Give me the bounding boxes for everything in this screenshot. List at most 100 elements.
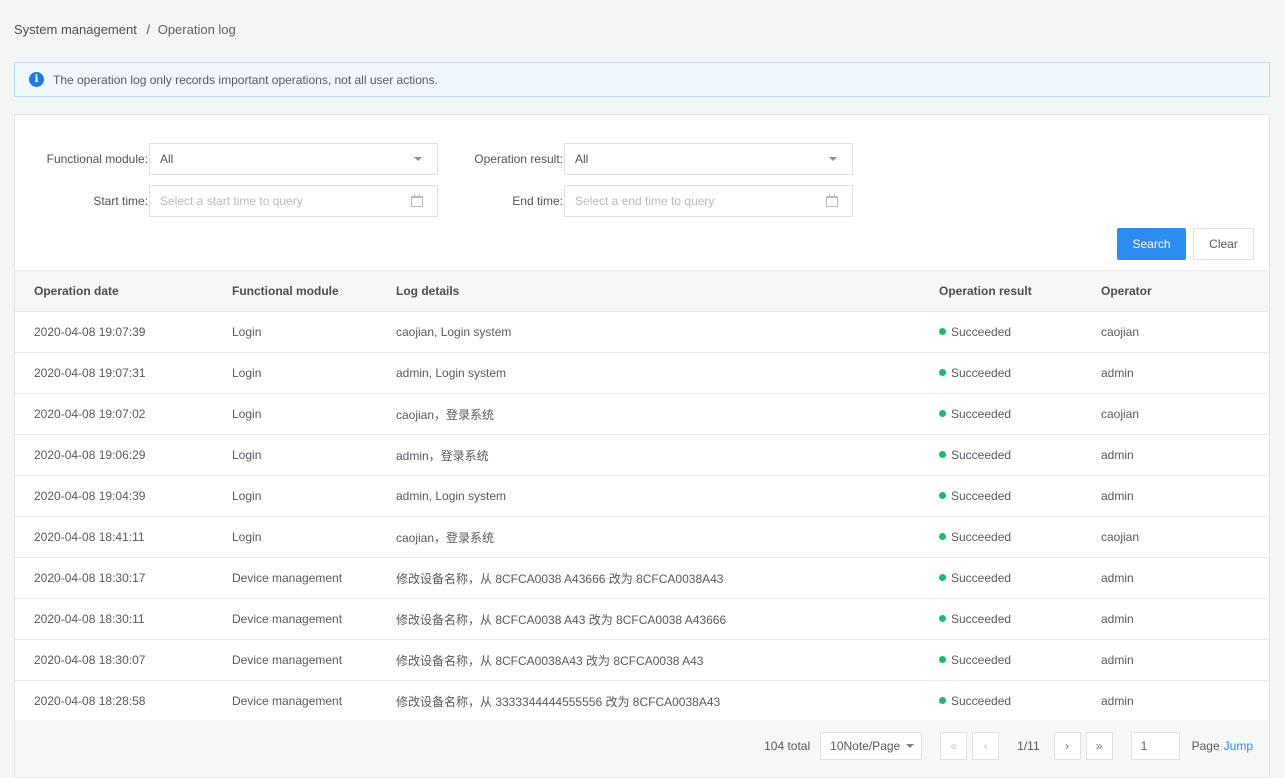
breadcrumb: System management / Operation log [14, 22, 236, 37]
status-dot-icon [939, 451, 946, 458]
info-alert: i The operation log only records importa… [14, 62, 1270, 97]
cell-log-details: admin, Login system [377, 475, 920, 517]
cell-functional-module: Login [213, 311, 377, 353]
calendar-icon[interactable] [411, 193, 423, 207]
column-header-functional-module: Functional module [213, 270, 377, 312]
cell-operation-result: Succeeded [920, 311, 1082, 353]
cell-operation-date: 2020-04-08 19:07:39 [15, 311, 213, 353]
log-card: Functional module: All Operation result:… [14, 114, 1270, 778]
status-dot-icon [939, 328, 946, 335]
cell-operation-result: Succeeded [920, 557, 1082, 599]
cell-operation-date: 2020-04-08 18:30:11 [15, 598, 213, 640]
cell-log-details: admin, Login system [377, 352, 920, 394]
filter-functional-module: Functional module: All [15, 143, 438, 175]
status-text: Succeeded [951, 612, 1012, 626]
cell-operator: admin [1082, 639, 1269, 681]
prev-page-button[interactable]: ‹ [972, 732, 1000, 760]
cell-operation-result: Succeeded [920, 639, 1082, 681]
end-time-label: End time: [512, 194, 563, 208]
table-row[interactable]: 2020-04-08 19:04:39 Login admin, Login sys… [15, 475, 1269, 517]
chevron-down-icon [829, 157, 837, 161]
cell-operator: caojian [1082, 393, 1269, 435]
page-size-select[interactable]: 10Note/Page [820, 732, 923, 760]
jump-link[interactable]: Jump [1224, 739, 1253, 753]
cell-operation-date: 2020-04-08 18:41:11 [15, 516, 213, 558]
cell-functional-module: Login [213, 516, 377, 558]
status-dot-icon [939, 410, 946, 417]
start-time-placeholder: Select a start time to query [160, 194, 303, 208]
calendar-icon[interactable] [826, 193, 838, 207]
table-footer: 104 total 10Note/Page « ‹ 1/11 › » 1 Pag… [15, 720, 1269, 777]
cell-functional-module: Device management [213, 639, 377, 681]
cell-operator: admin [1082, 598, 1269, 640]
status-text: Succeeded [951, 489, 1012, 503]
next-page-button[interactable]: › [1053, 732, 1081, 760]
breadcrumb-parent[interactable]: System management [14, 22, 137, 37]
chevron-down-icon [906, 744, 915, 748]
cell-operation-date: 2020-04-08 18:30:17 [15, 557, 213, 599]
table-row[interactable]: 2020-04-08 18:30:11 Device management 修改设备… [15, 598, 1269, 640]
cell-functional-module: Device management [213, 680, 377, 722]
table-row[interactable]: 2020-04-08 19:07:31 Login admin, Login sys… [15, 352, 1269, 394]
cell-operation-result: Succeeded [920, 434, 1082, 476]
cell-log-details: 修改设备名称，从 3333344444555556 改为 8CFCA0038A4… [377, 680, 920, 722]
cell-log-details: admin，登录系统 [377, 434, 920, 476]
operation-result-value: All [575, 152, 589, 166]
cell-operation-result: Succeeded [920, 516, 1082, 558]
last-page-button[interactable]: » [1085, 732, 1113, 760]
cell-functional-module: Login [213, 393, 377, 435]
filter-end-time: End time: Select a end time to query [440, 185, 853, 217]
column-header-operator: Operator [1082, 270, 1269, 312]
cell-functional-module: Device management [213, 598, 377, 640]
start-time-label: Start time: [93, 194, 148, 208]
cell-log-details: caojian，登录系统 [377, 516, 920, 558]
breadcrumb-separator: / [146, 22, 151, 37]
status-dot-icon [939, 533, 946, 540]
filter-operation-result: Operation result: All [440, 143, 853, 175]
table-row[interactable]: 2020-04-08 18:30:07 Device management 修改设备… [15, 639, 1269, 681]
total-count: 104 total [764, 739, 811, 753]
operation-result-select[interactable]: All [564, 143, 853, 175]
cell-functional-module: Login [213, 475, 377, 517]
table-row[interactable]: 2020-04-08 19:07:02 Login caojian，登录系统 Succ… [15, 393, 1269, 435]
status-dot-icon [939, 492, 946, 499]
status-text: Succeeded [951, 407, 1012, 421]
filter-start-time: Start time: Select a start time to query [15, 185, 438, 217]
table-row[interactable]: 2020-04-08 18:28:58 Device management 修改设备… [15, 680, 1269, 722]
first-page-button[interactable]: « [940, 732, 968, 760]
table-row[interactable]: 2020-04-08 18:41:11 Login caojian，登录系统 Succ… [15, 516, 1269, 558]
cell-operator: caojian [1082, 516, 1269, 558]
clear-button[interactable]: Clear [1193, 228, 1254, 260]
status-dot-icon [939, 656, 946, 663]
table-row[interactable]: 2020-04-08 19:06:29 Login admin，登录系统 Succee… [15, 434, 1269, 476]
cell-operator: admin [1082, 434, 1269, 476]
pagination: 104 total 10Note/Page « ‹ 1/11 › » 1 Pag… [764, 732, 1253, 760]
cell-operation-result: Succeeded [920, 598, 1082, 640]
table-row[interactable]: 2020-04-08 18:30:17 Device management 修改设备… [15, 557, 1269, 599]
cell-operation-result: Succeeded [920, 680, 1082, 722]
cell-operator: admin [1082, 557, 1269, 599]
cell-operation-result: Succeeded [920, 475, 1082, 517]
page-indicator: 1/11 [1017, 739, 1040, 753]
jump-page-input[interactable]: 1 [1130, 732, 1180, 760]
cell-operator: admin [1082, 680, 1269, 722]
cell-operation-date: 2020-04-08 18:28:58 [15, 680, 213, 722]
table-row[interactable]: 2020-04-08 19:07:39 Login caojian, Login s… [15, 311, 1269, 353]
functional-module-select[interactable]: All [149, 143, 438, 175]
start-time-input[interactable]: Select a start time to query [149, 185, 438, 217]
end-time-input[interactable]: Select a end time to query [564, 185, 853, 217]
cell-log-details: 修改设备名称，从 8CFCA0038 A43666 改为 8CFCA0038A4… [377, 557, 920, 599]
status-text: Succeeded [951, 530, 1012, 544]
cell-operation-date: 2020-04-08 18:30:07 [15, 639, 213, 681]
status-dot-icon [939, 574, 946, 581]
cell-operation-date: 2020-04-08 19:06:29 [15, 434, 213, 476]
status-text: Succeeded [951, 571, 1012, 585]
cell-log-details: caojian, Login system [377, 311, 920, 353]
cell-operation-result: Succeeded [920, 352, 1082, 394]
search-button[interactable]: Search [1117, 228, 1186, 260]
cell-operator: caojian [1082, 311, 1269, 353]
operation-result-label: Operation result: [474, 152, 563, 166]
table-header-row: Operation date Functional module Log det… [15, 270, 1269, 312]
alert-text: The operation log only records important… [53, 72, 438, 87]
cell-operator: admin [1082, 475, 1269, 517]
